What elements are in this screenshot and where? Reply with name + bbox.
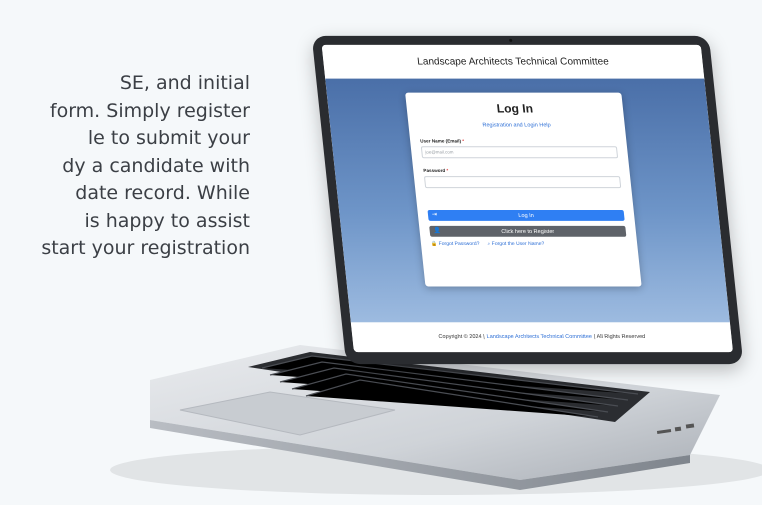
login-button[interactable]: ⇥ Log In xyxy=(427,209,625,221)
footer-copyright: Copyright © 2024 | xyxy=(438,334,485,341)
footer-rights: | All Rights Reserved xyxy=(593,334,646,341)
site-footer: Copyright © 2024 | Landscape Architects … xyxy=(350,322,734,353)
username-input[interactable]: joe@mail.com xyxy=(420,146,619,159)
login-title: Log In xyxy=(496,101,534,116)
laptop-lid: Landscape Architects Technical Committee… xyxy=(311,35,744,365)
register-button[interactable]: 👤 Click here to Register xyxy=(429,225,627,237)
account-recovery-links: 🔒 Forgot Password? ⌕ Forgot the User Nam… xyxy=(431,241,628,247)
lock-icon: 🔒 xyxy=(430,240,438,247)
username-placeholder: joe@mail.com xyxy=(425,149,454,155)
laptop-screen: Landscape Architects Technical Committee… xyxy=(321,44,734,353)
site-header: Landscape Architects Technical Committee xyxy=(321,44,705,80)
login-button-label: Log In xyxy=(518,212,535,219)
footer-link[interactable]: Landscape Architects Technical Committee xyxy=(486,334,592,340)
password-label: Password * xyxy=(423,168,449,174)
register-button-label: Click here to Register xyxy=(501,228,555,235)
hero-background: Log In Registration and Login Help User … xyxy=(325,78,730,323)
camera xyxy=(509,38,513,42)
username-label: User Name (Email) * xyxy=(419,138,465,144)
site-title: Landscape Architects Technical Committee xyxy=(416,56,610,68)
forgot-password-link[interactable]: 🔒 Forgot Password? xyxy=(431,241,480,247)
password-input[interactable] xyxy=(423,176,622,189)
registration-help-link[interactable]: Registration and Login Help xyxy=(418,122,615,128)
login-card: Log In Registration and Login Help User … xyxy=(405,92,642,287)
sign-in-icon: ⇥ xyxy=(431,211,438,218)
forgot-username-link[interactable]: ⌕ Forgot the User Name? xyxy=(487,241,544,247)
user-icon: 👤 xyxy=(433,227,442,234)
